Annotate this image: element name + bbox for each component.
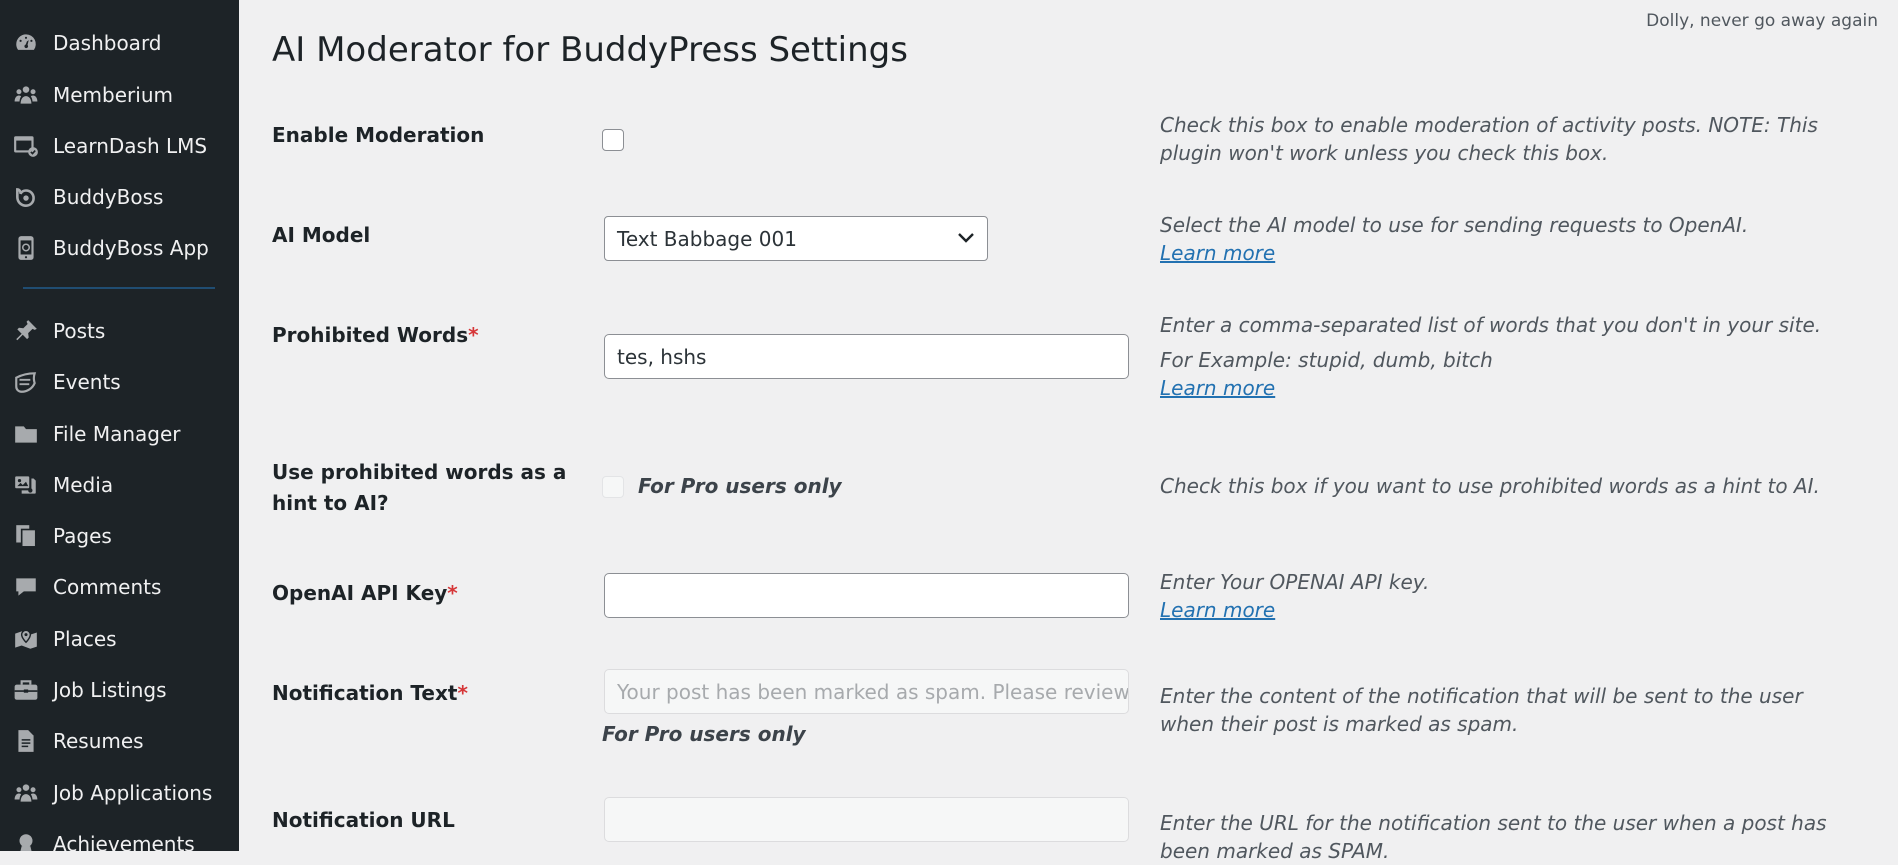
comment-icon [12,575,40,599]
media-icon [12,473,40,497]
prohibited-words-value: tes, hshs [617,344,707,369]
buddyboss-app-icon [12,236,40,260]
dashboard-icon [12,31,40,55]
notification-url-desc: Enter the URL for the notification sent … [1160,811,1827,863]
folder-icon [12,422,40,446]
sidebar-item-learndash[interactable]: LearnDash LMS [0,122,239,170]
sidebar-item-label: Achievements [53,832,195,851]
required-marker: * [447,581,458,605]
api-key-desc-block: Enter Your OPENAI API key. Learn more [1160,568,1860,624]
sidebar-item-job-listings[interactable]: Job Listings [0,666,239,714]
api-key-learn-more-link[interactable]: Learn more [1160,596,1275,624]
prohibited-words-desc: Enter a comma-separated list of words th… [1160,313,1822,337]
sidebar-item-pages[interactable]: Pages [0,512,239,560]
groups-icon [12,781,40,805]
notification-text-desc: Enter the content of the notification th… [1160,684,1803,736]
groups-icon [12,83,40,107]
hint-checkbox[interactable] [602,476,624,498]
ai-model-selected-value: Text Babbage 001 [617,226,797,251]
sidebar-item-job-applications[interactable]: Job Applications [0,769,239,817]
ai-model-desc: Select the AI model to use for sending r… [1160,213,1749,237]
sidebar-item-label: Job Applications [53,781,213,805]
sidebar-item-label: BuddyBoss [53,185,164,209]
api-key-input[interactable] [604,573,1129,618]
enable-moderation-desc: Check this box to enable moderation of a… [1160,113,1818,165]
sidebar-item-label: Posts [53,319,106,343]
learndash-icon [12,134,40,158]
enable-moderation-label: Enable Moderation [272,123,485,147]
hint-label: Use prohibited words as a hint to AI? [272,460,567,515]
notification-text-pro-note: For Pro users only [602,722,806,746]
prohibited-words-input[interactable]: tes, hshs [604,334,1129,379]
menu-separator [23,287,215,289]
sidebar-item-memberium[interactable]: Memberium [0,71,239,119]
sidebar-item-events[interactable]: Events [0,358,239,406]
hint-desc: Check this box if you want to use prohib… [1160,474,1820,498]
sidebar-item-posts[interactable]: Posts [0,307,239,355]
sidebar-item-label: Comments [53,575,162,599]
sidebar-item-places[interactable]: Places [0,615,239,663]
achievements-icon [12,832,40,851]
prohibited-words-learn-more-link[interactable]: Learn more [1160,374,1275,402]
notification-url-label: Notification URL [272,808,455,832]
hello-dolly-text: Dolly, never go away again [1646,11,1878,31]
ai-model-desc-block: Select the AI model to use for sending r… [1160,211,1860,267]
ai-model-learn-more-link[interactable]: Learn more [1160,239,1275,267]
sidebar-item-file-manager[interactable]: File Manager [0,410,239,458]
notification-url-input[interactable] [604,797,1129,842]
prohibited-words-example: For Example: stupid, dumb, bitch [1160,348,1493,372]
sidebar-item-comments[interactable]: Comments [0,563,239,611]
sidebar-item-label: Places [53,627,117,651]
required-marker: * [457,681,468,705]
ai-model-select[interactable]: Text Babbage 001 [604,216,988,261]
api-key-label: OpenAI API Key* [272,578,458,609]
pin-icon [12,319,40,343]
sidebar-item-label: LearnDash LMS [53,134,208,158]
sidebar-item-label: Resumes [53,729,144,753]
chevron-down-icon [958,233,974,243]
enable-moderation-checkbox[interactable] [602,129,624,151]
sidebar-item-label: File Manager [53,422,181,446]
sidebar-item-resumes[interactable]: Resumes [0,717,239,765]
page-title: AI Moderator for BuddyPress Settings [272,30,908,70]
sidebar-item-label: Pages [53,524,112,548]
api-key-desc: Enter Your OPENAI API key. [1160,570,1430,594]
sidebar-item-label: Events [53,370,121,394]
sidebar-item-media[interactable]: Media [0,461,239,509]
notification-text-placeholder: Your post has been marked as spam. Pleas… [617,679,1129,704]
pages-icon [12,524,40,548]
sidebar-item-label: Dashboard [53,31,162,55]
sidebar-item-buddyboss-app[interactable]: BuddyBoss App [0,224,239,272]
document-icon [12,729,40,753]
sidebar-item-dashboard[interactable]: Dashboard [0,19,239,67]
buddyboss-icon [12,185,40,209]
sidebar-item-label: Job Listings [53,678,167,702]
sidebar-item-label: BuddyBoss App [53,236,209,260]
sidebar-item-buddyboss[interactable]: BuddyBoss [0,173,239,221]
ai-model-label: AI Model [272,223,371,247]
sidebar-item-achievements[interactable]: Achievements [0,820,239,851]
sidebar-item-label: Media [53,473,114,497]
hint-pro-note: For Pro users only [638,474,842,498]
briefcase-icon [12,678,40,702]
api-key-label-text: OpenAI API Key [272,581,448,605]
required-marker: * [468,323,479,347]
prohibited-words-label: Prohibited Words* [272,320,479,351]
notification-text-input[interactable]: Your post has been marked as spam. Pleas… [604,669,1129,714]
sidebar-item-label: Memberium [53,83,173,107]
prohibited-words-desc-block: Enter a comma-separated list of words th… [1160,311,1860,402]
events-icon [12,370,40,394]
admin-sidebar: Dashboard Memberium LearnDash LMS BuddyB… [0,0,239,851]
notification-text-label: Notification Text* [272,678,468,709]
places-icon [12,627,40,651]
notification-text-label-text: Notification Text [272,681,458,705]
prohibited-words-label-text: Prohibited Words [272,323,469,347]
